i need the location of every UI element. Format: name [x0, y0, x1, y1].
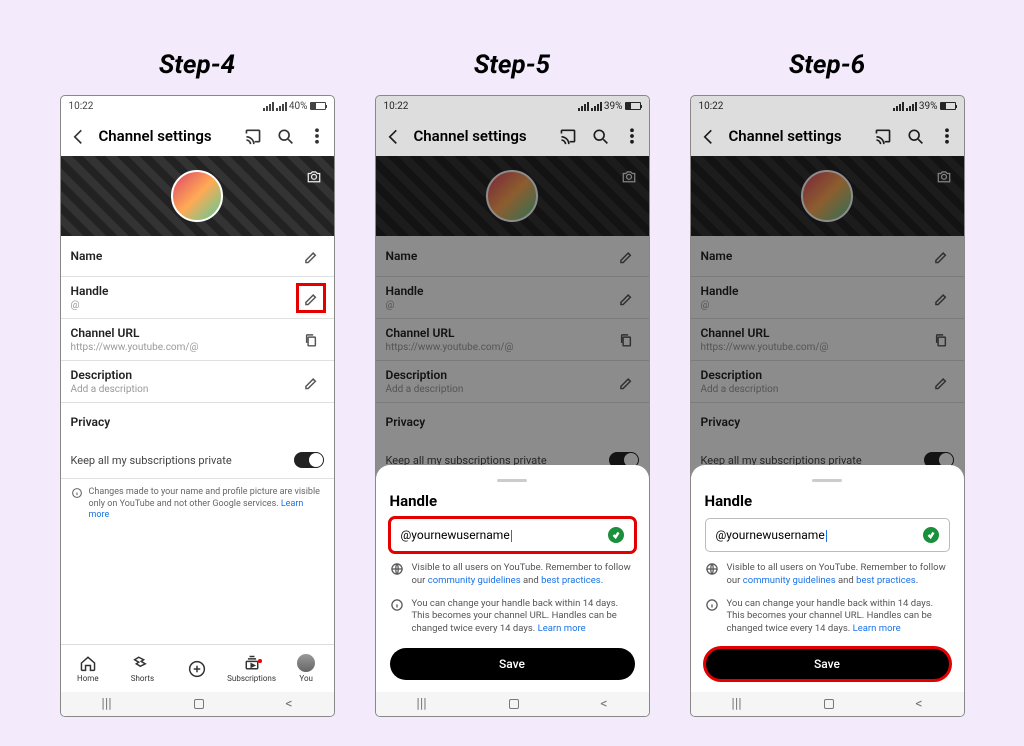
best-practices-link[interactable]: best practices	[856, 575, 916, 586]
step-label-5: Step-5	[474, 50, 550, 80]
signal-icon	[276, 102, 287, 111]
more-icon[interactable]	[306, 125, 328, 147]
info-icon	[71, 487, 83, 499]
avatar[interactable]	[171, 170, 223, 222]
search-icon[interactable]	[274, 125, 296, 147]
globe-icon	[705, 562, 719, 576]
recents-button[interactable]: |||	[101, 696, 111, 712]
row-handle[interactable]: Handle @	[61, 277, 334, 319]
edit-name-icon[interactable]	[298, 243, 324, 269]
nav-shorts[interactable]: Shorts	[115, 645, 170, 692]
row-name[interactable]: Name	[61, 236, 334, 277]
community-guidelines-link[interactable]: community guidelines	[428, 575, 521, 586]
nav-subscriptions[interactable]: Subscriptions	[224, 645, 279, 692]
sheet-info-change: You can change your handle back within 1…	[705, 598, 950, 636]
best-practices-link[interactable]: best practices	[541, 575, 601, 586]
handle-input[interactable]: @yournewusername	[390, 518, 635, 552]
step-label-6: Step-6	[789, 50, 865, 80]
nav-home[interactable]: Home	[61, 645, 116, 692]
value-handle: @	[71, 300, 298, 311]
bottom-nav: Home Shorts Subscriptions You	[61, 644, 334, 692]
globe-icon	[390, 562, 404, 576]
handle-input[interactable]: @yournewusername	[705, 518, 950, 552]
handle-bottom-sheet: Handle @yournewusername Visible to all u…	[376, 465, 649, 692]
value-desc: Add a description	[71, 384, 298, 395]
signal-icon	[263, 102, 274, 111]
step-label-4: Step-4	[159, 50, 235, 80]
sheet-grabber[interactable]	[812, 479, 842, 482]
label-name: Name	[71, 249, 298, 263]
app-header: Channel settings	[61, 116, 334, 156]
sheet-info-visibility: Visible to all users on YouTube. Remembe…	[705, 562, 950, 588]
info-icon	[390, 598, 404, 612]
android-nav: ||| <	[61, 692, 334, 716]
copy-url-icon[interactable]	[298, 327, 324, 353]
footer-note: Changes made to your name and profile pi…	[61, 479, 334, 530]
row-privacy-header: Privacy	[61, 403, 334, 441]
edit-desc-icon[interactable]	[298, 369, 324, 395]
value-url: https://www.youtube.com/@	[71, 342, 298, 353]
phone-step5: 10:2239% Channel settings Name Handle@ C…	[375, 95, 650, 717]
save-button[interactable]: Save	[390, 648, 635, 680]
edit-handle-icon[interactable]	[298, 285, 324, 311]
sheet-info-visibility: Visible to all users on YouTube. Remembe…	[390, 562, 635, 588]
learn-more-link[interactable]: Learn more	[538, 623, 586, 634]
battery-icon	[310, 102, 326, 110]
label-handle: Handle	[71, 284, 298, 298]
sheet-title: Handle	[390, 492, 635, 510]
row-privacy-toggle[interactable]: Keep all my subscriptions private	[61, 441, 334, 479]
status-time: 10:22	[69, 101, 94, 112]
label-privacy: Privacy	[71, 415, 324, 429]
back-button[interactable]: <	[285, 696, 292, 712]
nav-you[interactable]: You	[279, 645, 334, 692]
row-description[interactable]: Description Add a description	[61, 361, 334, 403]
cast-icon[interactable]	[242, 125, 264, 147]
learn-more-link[interactable]: Learn more	[853, 623, 901, 634]
check-valid-icon	[923, 527, 939, 543]
page-title: Channel settings	[99, 127, 232, 145]
privacy-toggle[interactable]	[294, 452, 324, 468]
save-button[interactable]: Save	[705, 648, 950, 680]
sheet-title: Handle	[705, 492, 950, 510]
check-valid-icon	[608, 527, 624, 543]
sheet-grabber[interactable]	[497, 479, 527, 482]
home-button[interactable]	[194, 699, 204, 709]
camera-icon[interactable]	[302, 164, 326, 188]
phone-step6: 10:2239% Channel settings Name Handle@ C…	[690, 95, 965, 717]
sheet-info-change: You can change your handle back within 1…	[390, 598, 635, 636]
label-url: Channel URL	[71, 326, 298, 340]
back-icon[interactable]	[67, 125, 89, 147]
phone-step4: 10:22 40% Channel settings	[60, 95, 335, 717]
handle-bottom-sheet: Handle @yournewusername Visible to all u…	[691, 465, 964, 692]
value-privacy: Keep all my subscriptions private	[71, 454, 294, 467]
info-icon	[705, 598, 719, 612]
row-url[interactable]: Channel URL https://www.youtube.com/@	[61, 319, 334, 361]
label-desc: Description	[71, 368, 298, 382]
channel-banner	[61, 156, 334, 236]
community-guidelines-link[interactable]: community guidelines	[743, 575, 836, 586]
battery-text: 40%	[289, 101, 308, 112]
nav-create[interactable]	[170, 645, 225, 692]
status-bar: 10:22 40%	[61, 96, 334, 116]
